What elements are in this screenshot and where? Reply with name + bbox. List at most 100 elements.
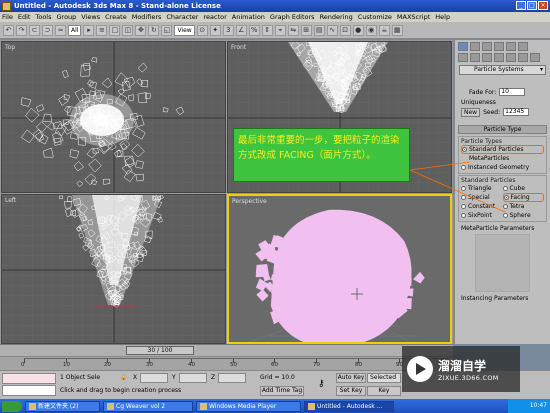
utilities-tab-icon[interactable]	[518, 42, 528, 51]
add-time-tag-button[interactable]: Add Time Tag	[260, 386, 304, 396]
menu-edit[interactable]: Edit	[18, 13, 31, 21]
modify-tab-icon[interactable]	[470, 42, 480, 51]
menu-create[interactable]: Create	[105, 13, 127, 21]
undo-icon[interactable]: ↶	[3, 24, 14, 36]
minimize-button[interactable]: _	[516, 1, 526, 10]
taskbar-item-folder[interactable]: 新建文件夹 (2)	[25, 400, 100, 412]
quick-render-icon[interactable]: ☕	[378, 24, 390, 36]
menu-modifiers[interactable]: Modifiers	[132, 13, 162, 21]
unlink-icon[interactable]: ⊃	[42, 24, 53, 36]
time-slider-thumb[interactable]: 30 / 100	[126, 346, 194, 355]
spinner-snap-icon[interactable]: ⇕	[261, 24, 273, 36]
snap-toggle-icon[interactable]: 3	[222, 24, 234, 36]
lock-selection-icon[interactable]: 🔒	[120, 374, 127, 381]
menu-graph-editors[interactable]: Graph Editors	[270, 13, 315, 21]
constant-radio[interactable]: Constant	[461, 202, 503, 211]
viewport-perspective-label[interactable]: Perspective	[232, 198, 267, 205]
menu-views[interactable]: Views	[81, 13, 100, 21]
select-by-name-icon[interactable]: ≡	[96, 24, 108, 36]
seed-field[interactable]: 12345	[503, 108, 530, 116]
maxscript-listener-output[interactable]	[2, 373, 56, 384]
sixpoint-radio[interactable]: SixPoint	[461, 211, 503, 220]
close-button[interactable]: ×	[538, 1, 548, 10]
taskbar-item-3dsmax[interactable]: Untitled - Autodesk ...	[304, 400, 394, 412]
space-warps-icon[interactable]	[518, 53, 528, 62]
special-radio[interactable]: Special	[461, 193, 503, 202]
shapes-icon[interactable]	[470, 53, 480, 62]
metaparticles-radio[interactable]: MetaParticles	[461, 154, 544, 163]
menu-animation[interactable]: Animation	[232, 13, 265, 21]
key-set-dropdown[interactable]: Selected	[367, 373, 401, 383]
select-and-rotate-icon[interactable]: ↻	[148, 24, 160, 36]
track-bar[interactable]: 0102030405060708090100	[0, 356, 453, 370]
viewport-left[interactable]: Left	[1, 194, 226, 344]
cameras-icon[interactable]	[494, 53, 504, 62]
menu-tools[interactable]: Tools	[35, 13, 51, 21]
lights-icon[interactable]	[482, 53, 492, 62]
taskbar-item-cg-weaver[interactable]: Cg Weaver vol 2	[103, 400, 193, 412]
rectangular-selection-icon[interactable]: □	[109, 24, 121, 36]
sphere-radio[interactable]: Sphere	[502, 211, 545, 220]
align-icon[interactable]: ⊞	[300, 24, 312, 36]
reference-coordinate-dropdown[interactable]: View	[174, 24, 195, 36]
render-scene-icon[interactable]: ◉	[365, 24, 377, 36]
material-editor-icon[interactable]: ●	[352, 24, 364, 36]
maxscript-listener-input[interactable]	[2, 385, 56, 396]
display-tab-icon[interactable]	[506, 42, 516, 51]
fade-for-field[interactable]: 10	[499, 88, 526, 96]
triangle-radio[interactable]: Triangle	[461, 184, 503, 193]
geometry-icon[interactable]	[458, 53, 468, 62]
viewport-top[interactable]: Top	[1, 41, 226, 193]
menu-help[interactable]: Help	[435, 13, 450, 21]
set-key-button[interactable]: Set Key	[336, 386, 366, 396]
menu-reactor[interactable]: reactor	[203, 13, 226, 21]
time-slider[interactable]: 30 / 100	[0, 344, 453, 356]
menu-group[interactable]: Group	[57, 13, 77, 21]
redo-icon[interactable]: ↷	[16, 24, 27, 36]
pivot-center-icon[interactable]: ⊙	[196, 24, 208, 36]
layer-manager-icon[interactable]: ▤	[313, 24, 325, 36]
menu-rendering[interactable]: Rendering	[320, 13, 353, 21]
motion-tab-icon[interactable]	[494, 42, 504, 51]
viewport-front-label[interactable]: Front	[231, 44, 246, 51]
key-icon[interactable]: ⚷	[318, 379, 325, 389]
facing-radio[interactable]: Facing	[502, 193, 544, 202]
particle-type-rollout[interactable]: Particle Type	[458, 125, 547, 134]
y-coordinate-field[interactable]	[179, 373, 207, 383]
tetra-radio[interactable]: Tetra	[502, 202, 545, 211]
select-and-move-icon[interactable]: ✥	[135, 24, 147, 36]
percent-snap-icon[interactable]: %	[248, 24, 260, 36]
hierarchy-tab-icon[interactable]	[482, 42, 492, 51]
new-seed-button[interactable]: New	[461, 107, 481, 117]
standard-particles-radio[interactable]: Standard Particles	[461, 145, 544, 154]
z-coordinate-field[interactable]	[218, 373, 246, 383]
menu-customize[interactable]: Customize	[358, 13, 392, 21]
mirror-icon[interactable]: ⇋	[287, 24, 299, 36]
window-crossing-icon[interactable]: ◫	[122, 24, 134, 36]
viewport-left-label[interactable]: Left	[5, 197, 16, 204]
menu-maxscript[interactable]: MAXScript	[397, 13, 430, 21]
taskbar-item-media-player[interactable]: Windows Media Player	[196, 400, 301, 412]
key-filters-button[interactable]: Key	[367, 386, 401, 396]
cube-radio[interactable]: Cube	[502, 184, 545, 193]
angle-snap-icon[interactable]: ∠	[235, 24, 247, 36]
select-object-icon[interactable]: ▸	[83, 24, 95, 36]
auto-key-button[interactable]: Auto Key	[336, 373, 366, 383]
menu-file[interactable]: File	[2, 13, 13, 21]
schematic-view-icon[interactable]: ⊡	[339, 24, 351, 36]
curve-editor-icon[interactable]: ∿	[326, 24, 338, 36]
instanced-geometry-radio[interactable]: Instanced Geometry	[461, 163, 544, 172]
select-manipulate-icon[interactable]: ✦	[209, 24, 221, 36]
start-button[interactable]	[2, 400, 22, 412]
create-tab-icon[interactable]	[458, 42, 468, 51]
selection-filter-dropdown[interactable]: All	[68, 24, 82, 36]
render-type-icon[interactable]: ▦	[391, 24, 403, 36]
viewport-perspective[interactable]: Perspective	[227, 194, 452, 344]
select-and-scale-icon[interactable]: ◱	[161, 24, 173, 36]
viewport-top-label[interactable]: Top	[5, 44, 15, 51]
link-icon[interactable]: ⊂	[29, 24, 40, 36]
bind-space-warp-icon[interactable]: ≈	[55, 24, 66, 36]
x-coordinate-field[interactable]	[140, 373, 168, 383]
category-dropdown[interactable]: Particle Systems	[459, 65, 546, 75]
named-selection-icon[interactable]: ⌖	[274, 24, 286, 36]
